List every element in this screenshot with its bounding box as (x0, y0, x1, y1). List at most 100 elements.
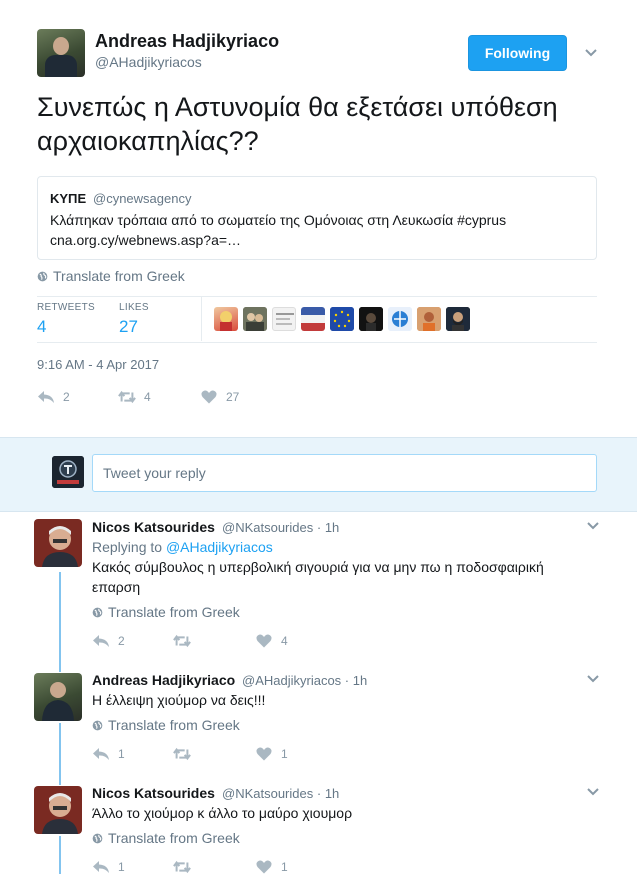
globe-icon (92, 833, 103, 843)
likes-label: LIKES (119, 302, 149, 313)
reply-icon (93, 635, 109, 647)
liker-avatar[interactable] (214, 307, 238, 331)
author-avatar[interactable] (37, 29, 85, 77)
reply-text: Κακός σύμβουλος η υπερβολική σιγουριά γι… (92, 559, 544, 595)
reply-author-name[interactable]: Nicos Katsourides (92, 519, 215, 535)
quote-author-handle: @cynewsagency (93, 191, 192, 206)
liker-avatar[interactable] (272, 307, 296, 331)
divider (37, 342, 597, 343)
like-action[interactable]: 27 (200, 390, 239, 404)
retweet-action[interactable] (173, 634, 199, 648)
reply-count: 2 (63, 390, 70, 404)
retweet-icon (173, 747, 191, 761)
globe-icon (37, 271, 48, 281)
quote-text: Κλάπηκαν τρόπαια από το σωματείο της Ομό… (50, 212, 507, 248)
liker-avatar[interactable] (446, 307, 470, 331)
reply-action[interactable]: 2 (37, 390, 70, 404)
heart-icon (256, 860, 272, 874)
reply-time[interactable]: 1h (353, 673, 367, 688)
reply-meta: @NKatsourides · 1h (222, 520, 340, 535)
reply-action[interactable]: 2 (92, 634, 125, 648)
reply-meta: @NKatsourides · 1h (222, 786, 340, 801)
retweet-count: 4 (144, 390, 151, 404)
like-count: 27 (226, 390, 240, 404)
thread-line (59, 836, 61, 874)
reply-author-handle[interactable]: @NKatsourides (222, 520, 313, 535)
replying-to-link[interactable]: @AHadjikyriacos (166, 539, 273, 555)
tweet-text: Συνεπώς η Αστυνομία θα εξετάσει υπόθεση … (37, 92, 558, 156)
author-name[interactable]: Andreas Hadjikyriaco (95, 31, 279, 52)
liker-avatar[interactable] (301, 307, 325, 331)
reply-author-name[interactable]: Andreas Hadjikyriaco (92, 672, 235, 688)
chevron-down-icon[interactable] (585, 49, 597, 57)
likes-count[interactable]: 27 (119, 317, 138, 337)
translate-label: Translate from Greek (108, 717, 240, 733)
reply-time[interactable]: 1h (325, 520, 339, 535)
reply-author-avatar[interactable] (34, 786, 82, 834)
divider (201, 297, 202, 341)
translate-link[interactable]: Translate from Greek (92, 604, 240, 620)
like-action[interactable]: 1 (255, 747, 288, 761)
reply-count: 1 (118, 860, 125, 874)
reply-action[interactable]: 1 (92, 747, 125, 761)
reply-icon (38, 391, 54, 403)
heart-icon (256, 634, 272, 648)
liker-avatar[interactable] (330, 307, 354, 331)
reply-meta: @AHadjikyriacos · 1h (242, 673, 368, 688)
reply-count: 1 (118, 747, 125, 761)
retweets-count[interactable]: 4 (37, 317, 46, 337)
chevron-down-icon[interactable] (587, 522, 599, 530)
liker-avatar[interactable] (243, 307, 267, 331)
retweets-label: RETWEETS (37, 302, 95, 313)
retweet-action[interactable] (173, 747, 199, 761)
reply-input[interactable]: Tweet your reply (92, 454, 597, 492)
reply-author-avatar[interactable] (34, 673, 82, 721)
current-user-avatar[interactable] (52, 456, 84, 488)
reply-author-name[interactable]: Nicos Katsourides (92, 785, 215, 801)
translate-link[interactable]: Translate from Greek (37, 268, 185, 284)
retweet-action[interactable] (173, 860, 199, 874)
reply-action[interactable]: 1 (92, 860, 125, 874)
heart-icon (201, 390, 217, 404)
reply-text: Η έλλειψη χιούμορ να δεις!!! (92, 692, 266, 708)
heart-icon (256, 747, 272, 761)
translate-link[interactable]: Translate from Greek (92, 830, 240, 846)
like-count: 1 (281, 747, 288, 761)
replying-to: Replying to @AHadjikyriacos (92, 539, 273, 555)
reply-icon (93, 748, 109, 760)
thread-line (59, 723, 61, 785)
tweet-timestamp[interactable]: 9:16 AM - 4 Apr 2017 (37, 357, 159, 372)
liker-avatar[interactable] (359, 307, 383, 331)
reply-author-handle[interactable]: @AHadjikyriacos (242, 673, 341, 688)
retweet-icon (173, 634, 191, 648)
reply-count: 2 (118, 634, 125, 648)
reply-author-handle[interactable]: @NKatsourides (222, 786, 313, 801)
quote-author-name: ΚΥΠΕ (50, 191, 87, 206)
translate-label: Translate from Greek (108, 830, 240, 846)
chevron-down-icon[interactable] (587, 675, 599, 683)
retweet-icon (118, 390, 136, 404)
globe-icon (92, 607, 103, 617)
liker-avatar[interactable] (388, 307, 412, 331)
like-count: 4 (281, 634, 288, 648)
reply-author-avatar[interactable] (34, 519, 82, 567)
thread-line (59, 572, 61, 672)
reply-icon (93, 861, 109, 873)
chevron-down-icon[interactable] (587, 788, 599, 796)
following-button[interactable]: Following (468, 35, 567, 71)
reply-time[interactable]: 1h (325, 786, 339, 801)
retweet-action[interactable]: 4 (118, 390, 151, 404)
reply-text: Άλλο το χιούμορ κ άλλο το μαύρο χιουμορ (92, 805, 353, 821)
like-action[interactable]: 1 (255, 860, 288, 874)
like-action[interactable]: 4 (255, 634, 288, 648)
globe-icon (92, 720, 103, 730)
liker-avatar[interactable] (417, 307, 441, 331)
translate-label: Translate from Greek (108, 604, 240, 620)
divider (37, 296, 597, 297)
like-count: 1 (281, 860, 288, 874)
author-handle[interactable]: @AHadjikyriacos (95, 54, 202, 70)
translate-label: Translate from Greek (53, 268, 185, 284)
translate-link[interactable]: Translate from Greek (92, 717, 240, 733)
reply-input-placeholder: Tweet your reply (103, 465, 206, 481)
quoted-tweet[interactable]: ΚΥΠΕ @cynewsagency Κλάπηκαν τρόπαια από … (37, 176, 597, 260)
